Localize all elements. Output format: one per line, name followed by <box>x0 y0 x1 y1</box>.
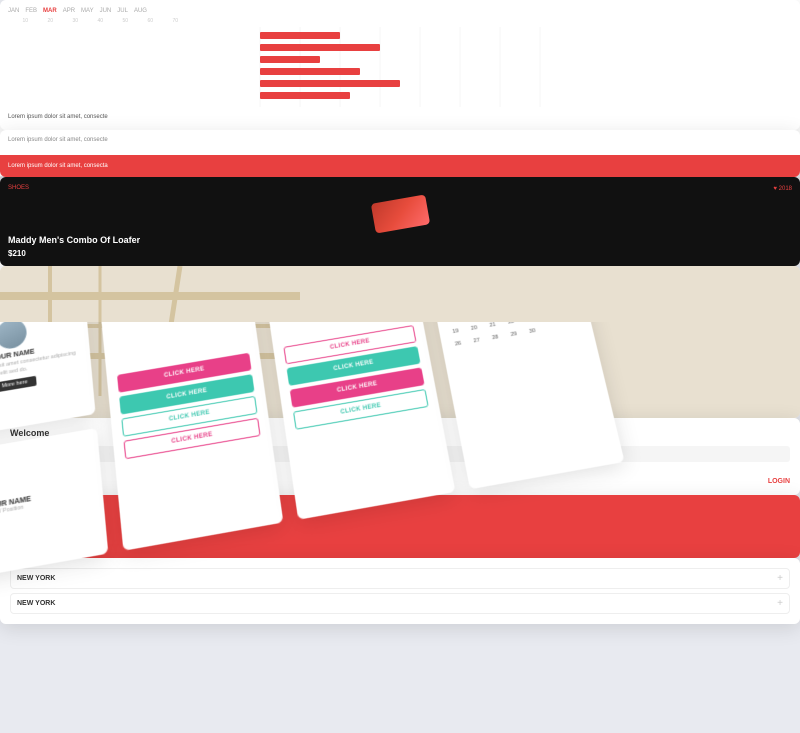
axis-val: 30 <box>58 18 78 24</box>
cal-day[interactable]: 7 <box>480 294 494 307</box>
ny-season-row: ❄ Winter <box>8 541 792 550</box>
bar-h <box>260 44 380 51</box>
shoe-image <box>370 194 429 233</box>
cal-day[interactable]: 26 <box>451 337 465 351</box>
cal-day[interactable]: 24 <box>541 309 555 322</box>
cal-day[interactable]: 30 <box>525 325 539 338</box>
card-profile-main: YOUR NAME Lorem ipsum dolor sit amet con… <box>0 298 96 441</box>
cal-day[interactable]: 12 <box>446 313 460 326</box>
cal-day[interactable]: 28 <box>488 331 502 345</box>
shoe-image-area <box>8 196 792 231</box>
profile-more-button[interactable]: More here <box>0 376 36 393</box>
cal-day[interactable]: 16 <box>520 300 534 313</box>
card-lorem-bar: Lorem ipsum dolor sit amet, consecte Lor… <box>0 130 800 177</box>
cal-day[interactable]: 13 <box>465 310 479 323</box>
bc-apr[interactable]: APR <box>63 8 75 14</box>
shoe-header: Shoes ♥ 2018 <box>8 185 792 193</box>
cal-day[interactable]: 21 <box>486 319 500 332</box>
axis-val: 10 <box>8 18 28 24</box>
bar-h <box>260 80 400 87</box>
bar-h <box>260 56 320 63</box>
bc-jun[interactable]: JUN <box>100 8 112 14</box>
shoe-price: $210 <box>8 249 792 258</box>
cal-day[interactable]: 19 <box>449 325 463 338</box>
snow-icon: ❄ <box>8 541 15 550</box>
lorem-content: Lorem ipsum dolor sit amet, consecte <box>0 130 800 155</box>
ny-item-2[interactable]: NEW YORK + <box>10 593 790 614</box>
cal-day[interactable]: 18 <box>556 294 570 307</box>
cal-day[interactable]: 29 <box>507 328 521 341</box>
card-shoe-product: Shoes ♥ 2018 Maddy Men's Combo Of Loafer… <box>0 177 800 266</box>
card-buttons-primary: CLICK HERE CLICK HERE CLICK HERE CLICK H… <box>99 271 283 551</box>
shoe-category-label: Shoes <box>8 185 29 191</box>
bar-chart-months: JAN FEB MAR APR MAY JUN JUL AUG <box>8 8 792 14</box>
axis-val: 40 <box>83 18 103 24</box>
bc-feb[interactable]: FEB <box>25 8 37 14</box>
shoe-name: Maddy Men's Combo Of Loafer <box>8 235 792 246</box>
card-ny-list: NEW YORK + NEW YORK + <box>0 558 800 624</box>
ny-item-name-1: NEW YORK <box>17 575 55 582</box>
cal-day-today[interactable]: 25 <box>559 306 573 319</box>
lorem-paragraph: Lorem ipsum dolor sit amet, consecte <box>8 136 792 145</box>
axis-val: 70 <box>158 18 178 24</box>
ny-plus-icon-2[interactable]: + <box>777 598 783 609</box>
red-bar: Lorem ipsum dolor sit amet, consecta <box>0 155 800 177</box>
profile-avatar <box>0 317 28 351</box>
profile2-info: YOUR NAME Role / Position <box>0 495 32 517</box>
ny-item-1[interactable]: NEW YORK + <box>10 568 790 589</box>
bar-chart-svg <box>8 27 792 107</box>
card-bar-chart: JAN FEB MAR APR MAY JUN JUL AUG 10 20 30… <box>0 0 800 130</box>
bc-jan[interactable]: JAN <box>8 8 19 14</box>
ny-plus-icon-1[interactable]: + <box>777 573 783 584</box>
red-bar-text: Lorem ipsum dolor sit amet, consecta <box>8 163 108 169</box>
shoe-heart: ♥ 2018 <box>773 186 792 192</box>
bc-aug[interactable]: AUG <box>134 8 147 14</box>
lorem-text: Lorem ipsum dolor sit amet, consecte <box>8 113 792 122</box>
cal-day[interactable]: 5 <box>444 300 458 313</box>
bar-h <box>260 68 360 75</box>
bc-mar-active[interactable]: MAR <box>43 8 57 14</box>
bc-may[interactable]: MAY <box>81 8 94 14</box>
cal-day[interactable]: 17 <box>538 297 552 310</box>
cal-day[interactable]: 15 <box>501 303 515 316</box>
cal-day[interactable]: 20 <box>467 322 481 335</box>
cal-day[interactable]: 23 <box>522 312 536 325</box>
bar-h <box>260 92 350 99</box>
axis-labels: 10 20 30 40 50 60 70 <box>8 18 792 24</box>
axis-val: 60 <box>133 18 153 24</box>
cal-day[interactable]: 22 <box>504 316 518 329</box>
bc-jul[interactable]: JUL <box>117 8 128 14</box>
ny-item-name-2: NEW YORK <box>17 600 55 607</box>
cal-day[interactable]: 6 <box>462 297 476 310</box>
scene: PRODUCT NAME Discvre praesent, 295,- REA… <box>0 0 800 533</box>
axis-val: 50 <box>108 18 128 24</box>
cal-day[interactable] <box>544 322 558 335</box>
bar-h <box>260 32 340 39</box>
cal-day[interactable]: 14 <box>483 306 497 319</box>
axis-val: 20 <box>33 18 53 24</box>
cal-day[interactable]: 27 <box>470 334 484 348</box>
ny-season-label: Winter <box>18 543 34 549</box>
